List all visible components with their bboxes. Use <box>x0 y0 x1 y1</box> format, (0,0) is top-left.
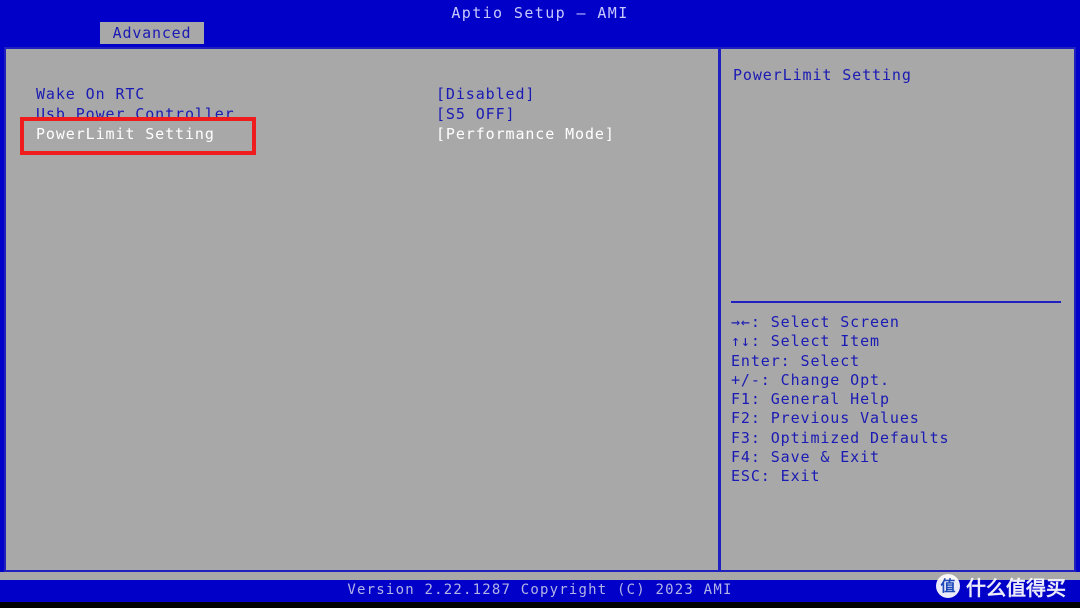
watermark-logo-icon: 值 <box>936 574 960 598</box>
key-legend-item: F2: Previous Values <box>731 409 920 428</box>
setting-value[interactable]: [Performance Mode] <box>436 125 615 143</box>
key-legend-item: ESC: Exit <box>731 467 821 486</box>
content-frame: Wake On RTC [Disabled] Usb Power Control… <box>4 47 1076 572</box>
setting-label: PowerLimit Setting <box>36 125 215 143</box>
setting-value[interactable]: [S5 OFF] <box>436 105 515 123</box>
key-legend-item: F3: Optimized Defaults <box>731 428 950 447</box>
header-bar: Aptio Setup – AMI Advanced <box>0 0 1080 45</box>
setting-value[interactable]: [Disabled] <box>436 85 535 103</box>
key-legend-item: →←: Select Screen <box>731 313 900 331</box>
help-separator <box>731 301 1061 303</box>
content-frame-inner: Wake On RTC [Disabled] Usb Power Control… <box>6 49 1074 570</box>
help-panel: PowerLimit Setting →←: Select Screen ↑↓:… <box>721 49 1074 570</box>
watermark-text: 什么值得买 <box>966 575 1066 600</box>
setting-row-wake-on-rtc[interactable]: Wake On RTC [Disabled] <box>6 85 718 105</box>
footer-bar: Version 2.22.1287 Copyright (C) 2023 AMI <box>0 580 1080 602</box>
setting-label: Wake On RTC <box>36 85 146 103</box>
settings-list: Wake On RTC [Disabled] Usb Power Control… <box>6 49 718 570</box>
setting-label: Usb Power Controller <box>36 105 235 123</box>
version-text: Version 2.22.1287 Copyright (C) 2023 AMI <box>347 582 733 598</box>
key-legend-item: F4: Save & Exit <box>731 448 880 467</box>
setting-row-usb-power-controller[interactable]: Usb Power Controller [S5 OFF] <box>6 105 718 125</box>
watermark: 值 什么值得买 <box>936 571 1066 601</box>
page-title: Aptio Setup – AMI <box>451 4 629 22</box>
bottom-letterbox <box>0 602 1080 608</box>
setting-row-powerlimit-setting[interactable]: PowerLimit Setting [Performance Mode] <box>6 125 718 145</box>
help-title: PowerLimit Setting <box>733 66 912 84</box>
bios-setup-screen: Aptio Setup – AMI Advanced Wake On RTC [… <box>0 0 1080 608</box>
tab-advanced[interactable]: Advanced <box>100 22 204 44</box>
key-legend-item: Enter: Select <box>731 351 861 370</box>
key-legend-list: →←: Select Screen ↑↓: Select Item Enter:… <box>731 313 1071 487</box>
footer-gap <box>0 572 1080 580</box>
key-legend-item: ↑↓: Select Item <box>731 332 880 351</box>
key-legend-item: F1: General Help <box>731 390 890 409</box>
key-legend-item: +/-: Change Opt. <box>731 370 890 389</box>
